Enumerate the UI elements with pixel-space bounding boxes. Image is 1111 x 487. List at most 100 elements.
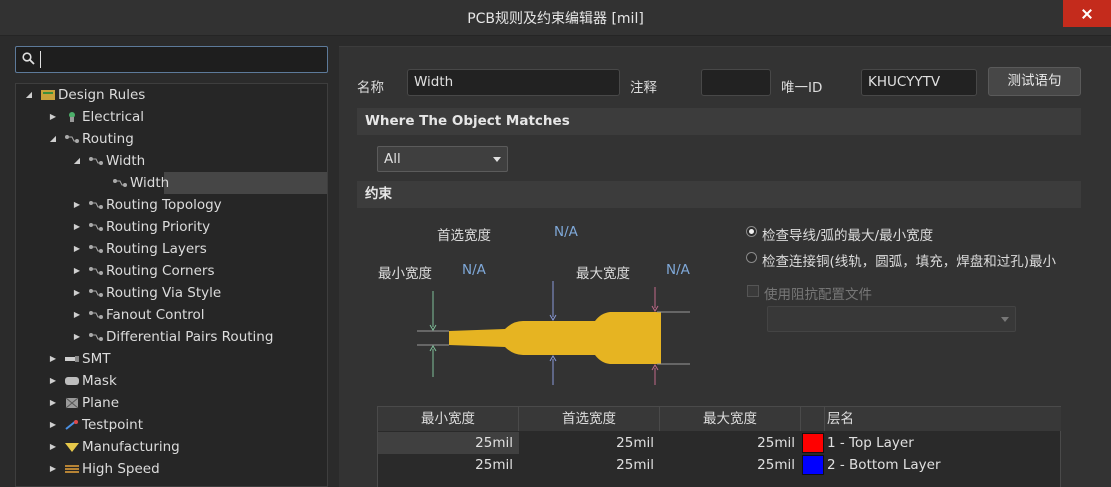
tree-item-width[interactable]: ◢ Width xyxy=(16,150,327,172)
expand-arrow-icon[interactable]: ▶ xyxy=(48,436,58,458)
expand-arrow-icon[interactable]: ▶ xyxy=(72,282,82,304)
expand-arrow-icon[interactable]: ▶ xyxy=(48,414,58,436)
tree-item-label: Routing Topology xyxy=(106,197,222,213)
expand-arrow-icon[interactable]: ▶ xyxy=(72,326,82,348)
tree-item-routing-priority[interactable]: ▶ Routing Priority xyxy=(16,216,327,238)
expand-arrow-icon[interactable]: ▶ xyxy=(72,304,82,326)
tree-item-electrical[interactable]: ▶ Electrical xyxy=(16,106,327,128)
check-track-width-label: 检查导线/弧的最大/最小宽度 xyxy=(762,228,934,244)
tree-item-label: Design Rules xyxy=(58,87,146,103)
tree-item-routing-topology[interactable]: ▶ Routing Topology xyxy=(16,194,327,216)
tree-item-label: Routing Layers xyxy=(106,241,207,257)
expand-arrow-icon[interactable]: ▶ xyxy=(48,458,58,480)
manufacturing-icon xyxy=(65,443,79,452)
cell-preferred[interactable]: 25mil xyxy=(519,454,660,476)
tree-item-label: Manufacturing xyxy=(82,439,180,455)
expand-arrow-icon[interactable]: ▶ xyxy=(72,194,82,216)
tree-item-mask[interactable]: ▶ Mask xyxy=(16,370,327,392)
collapse-arrow-icon[interactable]: ◢ xyxy=(72,150,82,172)
where-header: Where The Object Matches xyxy=(357,108,1081,135)
impedance-profile-label: 使用阻抗配置文件 xyxy=(764,287,872,303)
rule-icon xyxy=(113,179,127,187)
rules-tree-panel: ◢ Design Rules ▶ Electrical ◢ Routing ◢ Width Wi… xyxy=(8,40,332,487)
uid-label: 唯一ID xyxy=(781,80,823,96)
tree-item-label: Routing xyxy=(82,131,134,147)
tree-item-label: Routing Priority xyxy=(106,219,211,235)
tree-item-label: Routing Corners xyxy=(106,263,215,279)
table-row[interactable]: 25mil 25mil 25mil 1 - Top Layer xyxy=(378,432,1062,454)
rule-icon xyxy=(89,157,103,165)
check-copper-width-radio[interactable] xyxy=(746,252,757,263)
tree-item-routing-layers[interactable]: ▶ Routing Layers xyxy=(16,238,327,260)
tree-item-fanout-control[interactable]: ▶ Fanout Control xyxy=(16,304,327,326)
scope-dropdown[interactable]: All xyxy=(377,146,508,172)
layer-color-swatch xyxy=(802,455,824,475)
tree-item-label: Plane xyxy=(82,395,120,411)
expand-arrow-icon[interactable]: ▶ xyxy=(48,370,58,392)
impedance-profile-checkbox[interactable] xyxy=(747,285,759,297)
col-layer-name[interactable]: 层名 xyxy=(825,407,1061,431)
col-color[interactable] xyxy=(801,407,825,431)
collapse-arrow-icon[interactable]: ◢ xyxy=(24,84,34,106)
check-copper-width-label: 检查连接铜(线轨，圆弧，填充，焊盘和过孔)最小 xyxy=(762,254,1057,270)
cell-min[interactable]: 25mil xyxy=(378,432,519,454)
comment-field[interactable] xyxy=(701,69,771,96)
chevron-down-icon xyxy=(493,157,501,162)
expand-arrow-icon[interactable]: ▶ xyxy=(72,238,82,260)
tree-item-differential-pairs-routing[interactable]: ▶ Differential Pairs Routing xyxy=(16,326,327,348)
close-button[interactable] xyxy=(1063,0,1111,27)
expand-arrow-icon[interactable]: ▶ xyxy=(72,216,82,238)
col-preferred-width[interactable]: 首选宽度 xyxy=(519,407,660,431)
text-caret xyxy=(40,51,41,68)
search-icon xyxy=(22,52,35,65)
table-row[interactable]: 25mil 25mil 25mil 2 - Bottom Layer xyxy=(378,454,1062,476)
electrical-icon xyxy=(69,112,75,122)
rules-tree: ◢ Design Rules ▶ Electrical ◢ Routing ◢ Width Wi… xyxy=(15,83,328,487)
col-min-width[interactable]: 最小宽度 xyxy=(378,407,519,431)
tree-item-high-speed[interactable]: ▶ High Speed xyxy=(16,458,327,480)
tree-item-width[interactable]: Width xyxy=(113,172,327,194)
rule-editor-panel: 名称 Width 注释 唯一ID KHUCYYTV 测试语句 Where The… xyxy=(339,46,1111,487)
min-width-value[interactable]: N/A xyxy=(462,262,486,278)
tree-item-routing-via-style[interactable]: ▶ Routing Via Style xyxy=(16,282,327,304)
window-title: PCB规则及约束编辑器 [mil] xyxy=(467,11,644,27)
tree-item-smt[interactable]: ▶ SMT xyxy=(16,348,327,370)
constraints-header: 约束 xyxy=(357,181,1081,208)
title-bar: PCB规则及约束编辑器 [mil] xyxy=(0,0,1111,36)
routing-icon xyxy=(65,135,79,143)
test-query-button[interactable]: 测试语句 xyxy=(988,67,1081,96)
tree-item-plane[interactable]: ▶ Plane xyxy=(16,392,327,414)
scope-value: All xyxy=(384,151,401,167)
cell-layer: 1 - Top Layer xyxy=(827,435,914,451)
track-shape xyxy=(449,312,661,364)
tree-item-routing-corners[interactable]: ▶ Routing Corners xyxy=(16,260,327,282)
layer-width-table: 最小宽度 首选宽度 最大宽度 层名 25mil 25mil 25mil 1 - … xyxy=(377,406,1061,487)
expand-arrow-icon[interactable]: ▶ xyxy=(48,392,58,414)
cell-preferred[interactable]: 25mil xyxy=(519,432,660,454)
check-track-width-radio[interactable] xyxy=(746,226,757,237)
name-field[interactable]: Width xyxy=(407,69,620,96)
expand-arrow-icon[interactable]: ▶ xyxy=(48,106,58,128)
preferred-width-label: 首选宽度 xyxy=(437,228,491,244)
cell-max[interactable]: 25mil xyxy=(660,432,801,454)
cell-min[interactable]: 25mil xyxy=(378,454,519,476)
expand-arrow-icon[interactable]: ▶ xyxy=(48,348,58,370)
max-width-value[interactable]: N/A xyxy=(666,262,690,278)
tree-item-manufacturing[interactable]: ▶ Manufacturing xyxy=(16,436,327,458)
tree-item-label: High Speed xyxy=(82,461,160,477)
collapse-arrow-icon[interactable]: ◢ xyxy=(48,128,58,150)
expand-arrow-icon[interactable]: ▶ xyxy=(72,260,82,282)
impedance-profile-dropdown[interactable] xyxy=(767,306,1016,332)
rule-icon xyxy=(89,245,103,253)
tree-item-design-rules[interactable]: ◢ Design Rules xyxy=(16,84,327,106)
high-speed-icon xyxy=(65,465,79,473)
tree-item-label: Routing Via Style xyxy=(106,285,222,301)
tree-item-testpoint[interactable]: ▶ Testpoint xyxy=(16,414,327,436)
cell-max[interactable]: 25mil xyxy=(660,454,801,476)
uid-field[interactable]: KHUCYYTV xyxy=(861,69,977,96)
rule-icon xyxy=(89,311,103,319)
tree-item-routing[interactable]: ◢ Routing xyxy=(16,128,327,150)
search-input[interactable] xyxy=(15,46,328,73)
preferred-width-value[interactable]: N/A xyxy=(554,224,578,240)
col-max-width[interactable]: 最大宽度 xyxy=(660,407,801,431)
